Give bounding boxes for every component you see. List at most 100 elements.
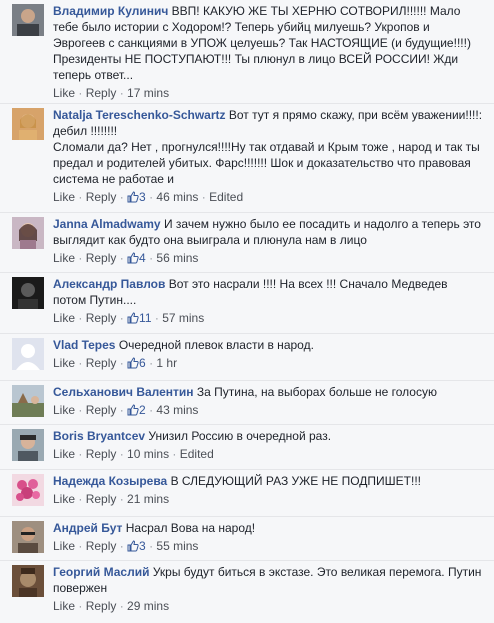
like-link[interactable]: Like: [53, 539, 75, 553]
timestamp[interactable]: 21 mins: [127, 492, 169, 506]
like-count-value: 6: [139, 356, 146, 370]
separator: ·: [116, 447, 128, 461]
avatar[interactable]: [12, 217, 44, 249]
avatar[interactable]: [12, 4, 44, 36]
timestamp[interactable]: 10 mins: [127, 447, 169, 461]
timestamp[interactable]: 55 mins: [156, 539, 198, 553]
avatar[interactable]: [12, 429, 44, 461]
reply-link[interactable]: Reply: [86, 492, 117, 506]
reply-link[interactable]: Reply: [86, 447, 117, 461]
like-count[interactable]: 3: [127, 539, 146, 553]
like-count[interactable]: 2: [127, 403, 146, 417]
comment-feed: Владимир Кулинич ВВП! КАКУЮ ЖЕ ТЫ ХЕРНЮ …: [0, 0, 494, 623]
timestamp[interactable]: 46 mins: [156, 190, 198, 204]
comment-body: Boris Bryantcev Унизил Россию в очередно…: [53, 428, 484, 463]
comment-body: Георгий Маслий Укры будут биться в экста…: [53, 564, 484, 615]
like-count-value: 2: [139, 403, 146, 417]
timestamp[interactable]: 57 mins: [162, 311, 204, 325]
like-link[interactable]: Like: [53, 403, 75, 417]
comment-actions: Like · Reply · 17 mins: [53, 85, 484, 102]
comment-actions: Like · Reply · 29 mins: [53, 598, 484, 615]
like-link[interactable]: Like: [53, 599, 75, 613]
thumbs-up-icon: [127, 252, 139, 264]
avatar[interactable]: [12, 474, 44, 506]
like-count[interactable]: 4: [127, 251, 146, 265]
comment-text: Насрал Вова на народ!: [125, 521, 256, 535]
like-count-value: 11: [139, 311, 152, 325]
separator: ·: [116, 539, 128, 553]
reply-link[interactable]: Reply: [86, 356, 117, 370]
like-link[interactable]: Like: [53, 251, 75, 265]
separator: ·: [145, 539, 157, 553]
timestamp[interactable]: 1 hr: [156, 356, 177, 370]
reply-link[interactable]: Reply: [86, 251, 117, 265]
reply-link[interactable]: Reply: [86, 539, 117, 553]
user-photo-icon: [12, 385, 44, 417]
avatar[interactable]: [12, 108, 44, 140]
reply-link[interactable]: Reply: [86, 403, 117, 417]
separator: ·: [145, 190, 157, 204]
thumbs-up-icon: [127, 357, 139, 369]
comment-item: Александр Павлов Вот это насрали !!!! На…: [0, 272, 494, 333]
user-photo-icon: [12, 217, 44, 249]
separator: ·: [75, 492, 86, 506]
comment-content: Георгий Маслий Укры будут биться в экста…: [53, 564, 484, 596]
like-link[interactable]: Like: [53, 492, 75, 506]
comment-item: Владимир Кулинич ВВП! КАКУЮ ЖЕ ТЫ ХЕРНЮ …: [0, 0, 494, 103]
like-link[interactable]: Like: [53, 190, 75, 204]
author-name[interactable]: Александр Павлов: [53, 277, 165, 291]
thumbs-up-icon: [127, 312, 139, 324]
reply-link[interactable]: Reply: [86, 311, 117, 325]
comment-content: Natalja Tereschenko-Schwartz Вот тут я п…: [53, 107, 484, 187]
like-link[interactable]: Like: [53, 311, 75, 325]
comment-actions: Like · Reply · 3 · 55 mins: [53, 538, 484, 555]
edited-label[interactable]: Edited: [180, 447, 214, 461]
comment-actions: Like · Reply · 11 · 57 mins: [53, 310, 484, 327]
author-name[interactable]: Janna Almadwamy: [53, 217, 161, 231]
default-avatar-icon: [12, 338, 44, 370]
avatar[interactable]: [12, 565, 44, 597]
author-name[interactable]: Vlad Tepes: [53, 338, 115, 352]
author-name[interactable]: Андрей Бут: [53, 521, 122, 535]
timestamp[interactable]: 43 mins: [156, 403, 198, 417]
comment-item: Надежда Козырева В СЛЕДУЮЩИЙ РАЗ УЖЕ НЕ …: [0, 469, 494, 516]
reply-link[interactable]: Reply: [86, 86, 117, 100]
like-count-value: 3: [139, 190, 146, 204]
comment-item: Boris Bryantcev Унизил Россию в очередно…: [0, 424, 494, 469]
comment-actions: Like · Reply · 10 mins · Edited: [53, 446, 484, 463]
author-name[interactable]: Георгий Маслий: [53, 565, 149, 579]
comment-body: Janna Almadwamy И зачем нужно было ее по…: [53, 216, 484, 267]
avatar[interactable]: [12, 277, 44, 309]
avatar[interactable]: [12, 385, 44, 417]
like-link[interactable]: Like: [53, 356, 75, 370]
like-count[interactable]: 3: [127, 190, 146, 204]
like-link[interactable]: Like: [53, 86, 75, 100]
comment-content: Janna Almadwamy И зачем нужно было ее по…: [53, 216, 484, 248]
like-link[interactable]: Like: [53, 447, 75, 461]
timestamp[interactable]: 29 mins: [127, 599, 169, 613]
comment-actions: Like · Reply · 4 · 56 mins: [53, 250, 484, 267]
author-name[interactable]: Владимир Кулинич: [53, 4, 168, 18]
timestamp[interactable]: 56 mins: [156, 251, 198, 265]
author-name[interactable]: Boris Bryantcev: [53, 429, 145, 443]
avatar[interactable]: [12, 521, 44, 553]
like-count-value: 3: [139, 539, 146, 553]
comment-body: Vlad Tepes Очередной плевок власти в нар…: [53, 337, 484, 372]
separator: ·: [75, 251, 86, 265]
reply-link[interactable]: Reply: [86, 190, 117, 204]
comment-item: Natalja Tereschenko-Schwartz Вот тут я п…: [0, 103, 494, 212]
author-name[interactable]: Надежда Козырева: [53, 474, 167, 488]
comment-item: Janna Almadwamy И зачем нужно было ее по…: [0, 212, 494, 272]
timestamp[interactable]: 17 mins: [127, 86, 169, 100]
author-name[interactable]: Сельханович Валентин: [53, 385, 194, 399]
comment-item: Сельханович Валентин За Путина, на выбор…: [0, 380, 494, 424]
edited-label[interactable]: Edited: [209, 190, 243, 204]
author-name[interactable]: Natalja Tereschenko-Schwartz: [53, 108, 226, 122]
reply-link[interactable]: Reply: [86, 599, 117, 613]
avatar[interactable]: [12, 338, 44, 370]
comment-item: Vlad Tepes Очередной плевок власти в нар…: [0, 333, 494, 380]
thumbs-up-icon: [127, 540, 139, 552]
user-photo-icon: [12, 108, 44, 140]
like-count[interactable]: 11: [127, 311, 152, 325]
like-count[interactable]: 6: [127, 356, 146, 370]
